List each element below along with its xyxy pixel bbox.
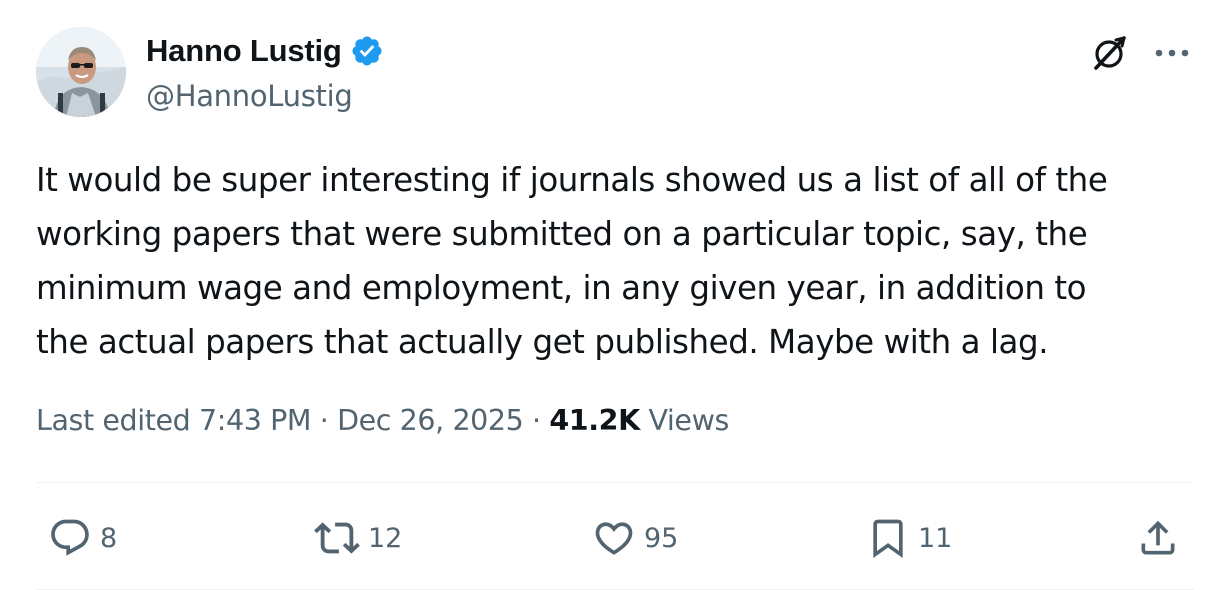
bookmark-count: 11 [918,522,953,554]
bookmark-button[interactable]: 11 [866,507,952,569]
reply-count: 8 [100,522,118,554]
share-icon [1141,520,1175,555]
name-row: Hanno Lustig [146,33,384,69]
more-icon[interactable] [1148,29,1196,77]
tweet-time[interactable]: 7:43 PM [199,404,311,437]
like-button[interactable]: 95 [592,507,678,569]
action-bar: 8 12 95 11 [36,507,1194,569]
reply-button[interactable]: 8 [48,507,117,569]
author-display-name[interactable]: Hanno Lustig [146,33,342,69]
edited-label[interactable]: Last edited [36,404,199,437]
author-identity: Hanno Lustig @HannoLustig [146,33,384,113]
repost-button[interactable]: 12 [314,507,402,569]
verified-badge-icon[interactable] [350,34,384,68]
bookmark-icon [873,519,903,559]
tweet-meta: Last edited 7:43 PM · Dec 26, 2025 · 41.… [36,404,729,437]
tweet-text: It would be super interesting if journal… [36,161,1108,361]
repost-count: 12 [368,522,403,554]
tweet-date[interactable]: Dec 26, 2025 [337,404,524,437]
top-actions [1086,29,1196,77]
divider [36,482,1194,483]
repost-icon [314,522,360,554]
heart-icon [595,522,633,555]
reply-icon [51,519,89,556]
meta-separator: · [523,404,550,437]
like-count: 95 [644,522,679,554]
views-label: Views [639,404,729,437]
avatar-image [36,27,126,117]
share-button[interactable] [1136,507,1180,569]
views-count: 41.2K [549,404,640,437]
author-handle[interactable]: @HannoLustig [146,79,384,113]
meta-separator: · [311,404,338,437]
avatar[interactable] [36,27,126,117]
tweet-header: Hanno Lustig @HannoLustig [36,27,1196,119]
grok-icon[interactable] [1086,29,1134,77]
tweet-card: Hanno Lustig @HannoLustig It would be su… [0,0,1229,590]
